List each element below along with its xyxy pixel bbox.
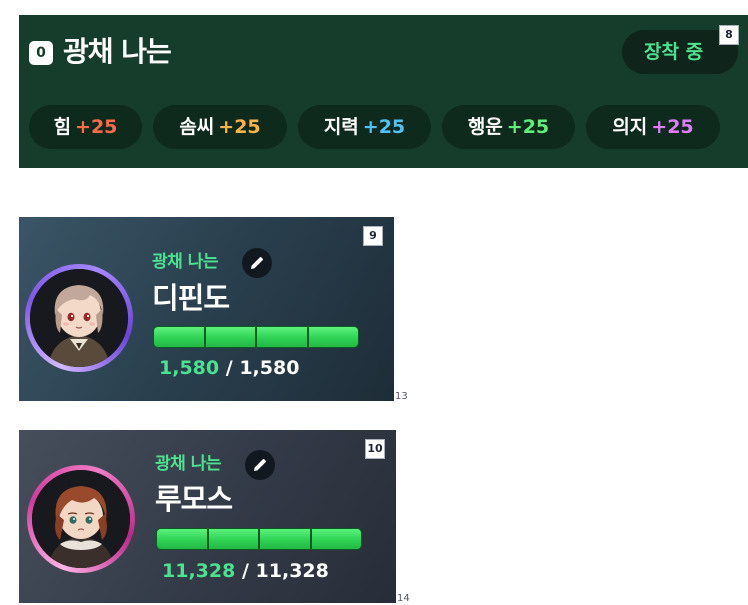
stat-pill-dexterity: 솜씨 +25 bbox=[153, 105, 287, 149]
character-card[interactable]: 광채 나는 디핀도 1,580 / 1,580 9 bbox=[19, 217, 394, 401]
hp-current: 1,580 bbox=[159, 357, 220, 379]
hp-readout: 11,328 / 11,328 bbox=[162, 558, 329, 584]
hp-max: 1,580 bbox=[239, 357, 300, 379]
stat-name: 힘 bbox=[53, 116, 72, 138]
hp-bar-segment bbox=[208, 529, 258, 549]
hp-bar-segment bbox=[154, 327, 204, 347]
stat-value: +25 bbox=[362, 116, 406, 138]
rank-badge: 0 bbox=[29, 41, 53, 65]
character-name: 루모스 bbox=[155, 482, 233, 516]
element-marker-side: 14 bbox=[397, 593, 410, 604]
stat-value: +25 bbox=[651, 116, 694, 138]
stat-name: 지력 bbox=[323, 116, 359, 138]
avatar-frame bbox=[25, 264, 133, 372]
stat-name: 의지 bbox=[612, 116, 648, 138]
hp-bar-segment bbox=[257, 327, 307, 347]
edit-title-button[interactable] bbox=[242, 248, 272, 278]
hp-separator: / bbox=[241, 560, 249, 582]
hp-max: 11,328 bbox=[255, 560, 329, 582]
hp-bar-segment bbox=[311, 529, 361, 549]
hp-bar-segment bbox=[205, 327, 255, 347]
stat-pill-luck: 행운 +25 bbox=[442, 105, 575, 149]
stat-name: 솜씨 bbox=[179, 116, 215, 138]
hp-current: 11,328 bbox=[162, 560, 236, 582]
edit-title-button[interactable] bbox=[245, 450, 275, 480]
element-marker: 9 bbox=[363, 226, 383, 246]
stat-name: 행운 bbox=[467, 116, 503, 138]
character-portrait-icon bbox=[30, 269, 128, 367]
avatar bbox=[32, 470, 130, 568]
avatar-frame bbox=[27, 465, 135, 573]
hp-bar-segment bbox=[157, 529, 207, 549]
character-title: 광채 나는 bbox=[155, 454, 221, 474]
element-marker: 10 bbox=[365, 439, 385, 459]
stat-value: +25 bbox=[218, 116, 261, 138]
title-name: 광채 나는 bbox=[63, 35, 172, 68]
hp-bar-segment bbox=[308, 327, 358, 347]
hp-readout: 1,580 / 1,580 bbox=[159, 355, 299, 381]
stat-pill-will: 의지 +25 bbox=[586, 105, 720, 149]
hp-bar-segment bbox=[260, 529, 310, 549]
character-name: 디핀도 bbox=[152, 281, 230, 315]
stat-value: +25 bbox=[75, 116, 118, 138]
hp-bar bbox=[156, 528, 362, 550]
element-marker-side: 13 bbox=[395, 391, 408, 402]
character-card[interactable]: 광채 나는 루모스 11,328 / 11,328 10 bbox=[19, 430, 396, 603]
title-panel: 0 광채 나는 장착 중 8 힘 +25 솜씨 +25 지력 +25 행운 +25 의지… bbox=[19, 15, 748, 168]
element-marker: 8 bbox=[719, 25, 739, 45]
hp-bar bbox=[153, 326, 359, 348]
stat-pill-strength: 힘 +25 bbox=[29, 105, 142, 149]
hp-separator: / bbox=[225, 357, 233, 379]
stat-pill-intelligence: 지력 +25 bbox=[298, 105, 431, 149]
pencil-icon bbox=[254, 459, 266, 471]
avatar bbox=[30, 269, 128, 367]
character-title: 광채 나는 bbox=[152, 252, 218, 272]
character-portrait-icon bbox=[32, 470, 130, 568]
stat-value: +25 bbox=[506, 116, 550, 138]
pencil-icon bbox=[251, 257, 263, 269]
